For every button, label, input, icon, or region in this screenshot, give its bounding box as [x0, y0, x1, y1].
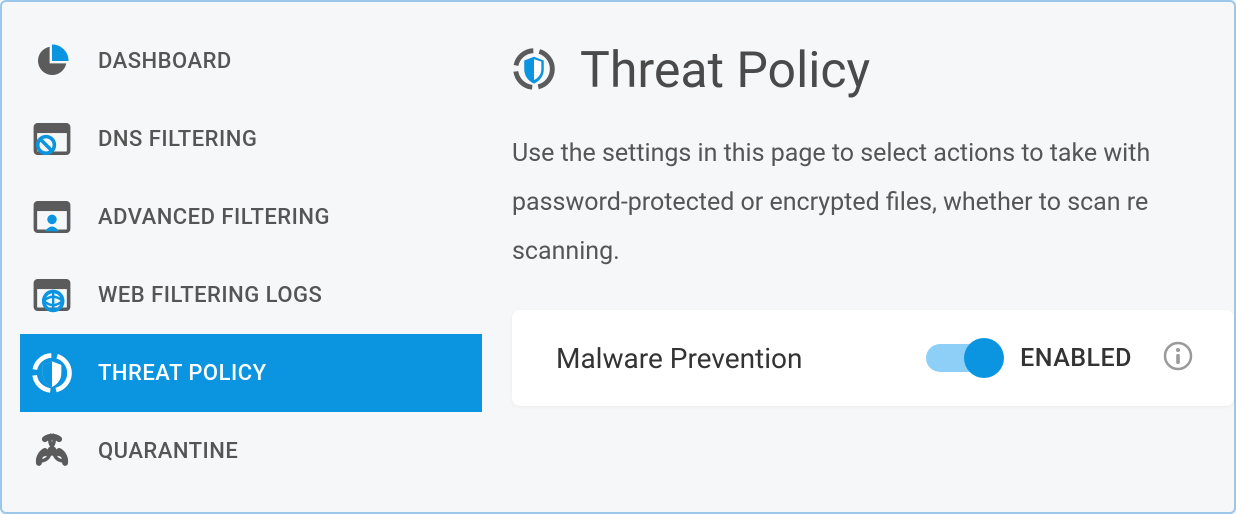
card-title: Malware Prevention: [556, 342, 926, 375]
sidebar-item-dashboard[interactable]: DASHBOARD: [20, 22, 482, 100]
advanced-filtering-icon: [28, 198, 76, 236]
threat-policy-icon: [28, 352, 76, 394]
malware-prevention-card: Malware Prevention ENABLED: [512, 310, 1234, 406]
info-icon[interactable]: [1162, 340, 1194, 376]
malware-prevention-toggle[interactable]: [926, 344, 998, 372]
dns-filtering-icon: [28, 120, 76, 158]
sidebar-item-label: THREAT POLICY: [76, 361, 267, 386]
sidebar-item-web-filtering-logs[interactable]: WEB FILTERING LOGS: [20, 256, 482, 334]
sidebar: DASHBOARD DNS FILTERING: [2, 2, 482, 512]
page-description: Use the settings in this page to select …: [512, 130, 1234, 276]
sidebar-item-label: QUARANTINE: [76, 439, 238, 464]
toggle-group: ENABLED: [926, 344, 1132, 373]
toggle-state-label: ENABLED: [1020, 344, 1132, 373]
sidebar-item-threat-policy[interactable]: THREAT POLICY: [20, 334, 482, 412]
page-header: Threat Policy: [512, 42, 1234, 100]
page-title: Threat Policy: [580, 42, 870, 100]
sidebar-item-quarantine[interactable]: QUARANTINE: [20, 412, 482, 490]
sidebar-item-label: DASHBOARD: [76, 49, 232, 74]
main-content: Threat Policy Use the settings in this p…: [482, 2, 1234, 512]
sidebar-item-label: ADVANCED FILTERING: [76, 205, 330, 230]
quarantine-icon: [28, 432, 76, 470]
toggle-knob: [964, 338, 1004, 378]
sidebar-item-advanced-filtering[interactable]: ADVANCED FILTERING: [20, 178, 482, 256]
web-filtering-logs-icon: [28, 276, 76, 314]
sidebar-item-label: DNS FILTERING: [76, 127, 257, 152]
sidebar-item-dns-filtering[interactable]: DNS FILTERING: [20, 100, 482, 178]
threat-policy-header-icon: [512, 47, 556, 95]
dashboard-icon: [28, 42, 76, 80]
sidebar-item-label: WEB FILTERING LOGS: [76, 283, 322, 308]
